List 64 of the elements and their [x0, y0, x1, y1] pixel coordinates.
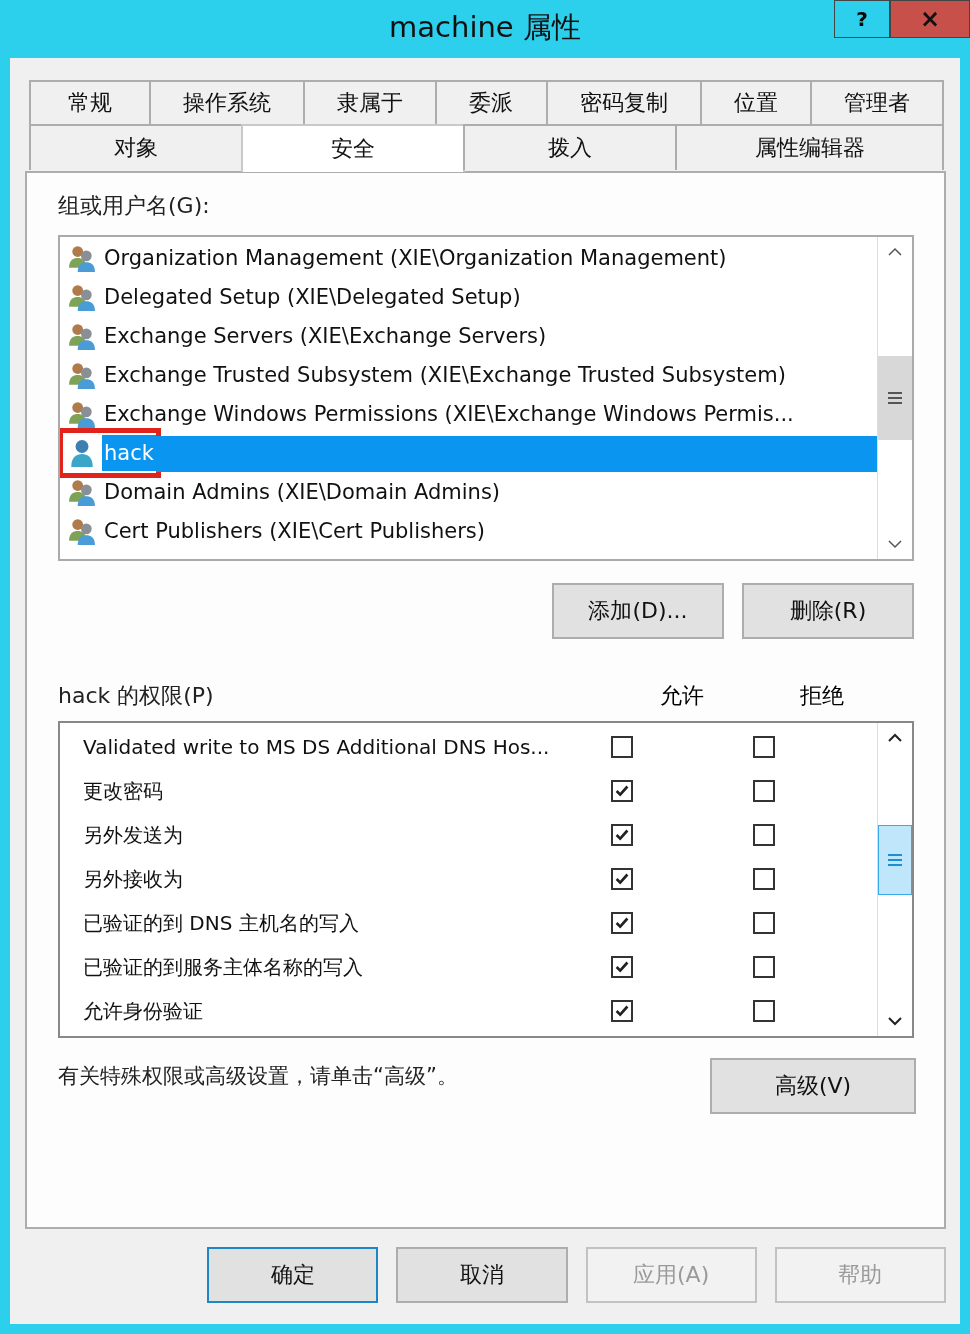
scroll-thumb[interactable]: [878, 824, 912, 895]
group-item[interactable]: Exchange Windows Permissions (XIE\Exchange Windows Permis...: [102, 396, 796, 432]
close-button[interactable]: ×: [890, 0, 970, 38]
tab[interactable]: 拨入: [463, 124, 677, 170]
tab[interactable]: 对象: [29, 124, 243, 170]
permission-name: 更改密码: [83, 777, 164, 805]
dialog-button[interactable]: 确定: [207, 1247, 379, 1303]
users-icon: [68, 361, 96, 389]
allow-checkbox[interactable]: [611, 912, 633, 934]
scroll-down-icon[interactable]: [887, 539, 903, 549]
tab[interactable]: 属性编辑器: [675, 124, 944, 170]
group-list[interactable]: [58, 235, 914, 561]
window-title: machine 属性: [389, 9, 581, 46]
permission-name: 另外发送为: [83, 821, 184, 849]
scrollbar[interactable]: [877, 723, 912, 1036]
permissions-label: hack 的权限(P): [58, 682, 215, 710]
user-icon: [68, 439, 96, 467]
action-button[interactable]: 删除(R): [742, 583, 914, 639]
groups-label: 组或用户名(G):: [58, 192, 211, 220]
permission-name: 允许身份验证: [83, 997, 204, 1025]
permission-name: 已验证的到服务主体名称的写入: [83, 953, 364, 981]
group-item[interactable]: Organization Management (XIE\Organization Management): [102, 240, 729, 276]
scrollbar[interactable]: [877, 237, 912, 559]
advanced-button[interactable]: 高级(V): [710, 1058, 916, 1114]
users-icon: [68, 478, 96, 506]
deny-checkbox[interactable]: [753, 868, 775, 890]
users-icon: [68, 517, 96, 545]
tab[interactable]: 管理者: [809, 80, 945, 124]
group-item[interactable]: Exchange Servers (XIE\Exchange Servers): [102, 318, 549, 354]
allow-checkbox[interactable]: [611, 868, 633, 890]
scroll-thumb[interactable]: [878, 356, 912, 440]
deny-checkbox[interactable]: [753, 824, 775, 846]
deny-checkbox[interactable]: [753, 956, 775, 978]
group-item[interactable]: Exchange Trusted Subsystem (XIE\Exchange Trusted Subsystem): [102, 357, 788, 393]
help-button[interactable]: ?: [834, 0, 890, 38]
permission-name: 已验证的到 DNS 主机名的写入: [83, 909, 360, 937]
action-button[interactable]: 添加(D)...: [552, 583, 724, 639]
deny-checkbox[interactable]: [753, 1000, 775, 1022]
allow-checkbox[interactable]: [611, 1000, 633, 1022]
scroll-down-icon[interactable]: [887, 1016, 903, 1026]
users-icon: [68, 244, 96, 272]
allow-checkbox[interactable]: [611, 824, 633, 846]
deny-checkbox[interactable]: [753, 736, 775, 758]
column-header: 拒绝: [800, 682, 845, 710]
permission-name: 另外接收为: [83, 865, 184, 893]
deny-checkbox[interactable]: [753, 780, 775, 802]
dialog-button[interactable]: 取消: [396, 1247, 568, 1303]
group-item[interactable]: Cert Publishers (XIE\Cert Publishers): [102, 513, 487, 549]
permission-name: Validated write to MS DS Additional DNS Hos...: [83, 735, 551, 759]
deny-checkbox[interactable]: [753, 912, 775, 934]
group-item[interactable]: Domain Admins (XIE\Domain Admins): [102, 474, 503, 510]
users-icon: [68, 322, 96, 350]
group-item[interactable]: Delegated Setup (XIE\Delegated Setup): [102, 279, 523, 315]
scroll-up-icon[interactable]: [887, 247, 903, 257]
tab[interactable]: 常规: [29, 80, 151, 124]
column-header: 允许: [660, 682, 705, 710]
allow-checkbox[interactable]: [611, 780, 633, 802]
users-icon: [68, 400, 96, 428]
users-icon: [68, 283, 96, 311]
advanced-note: 有关特殊权限或高级设置，请单击“高级”。: [58, 1063, 458, 1090]
scroll-up-icon[interactable]: [887, 733, 903, 743]
tab[interactable]: 安全: [241, 124, 465, 172]
allow-checkbox[interactable]: [611, 956, 633, 978]
allow-checkbox[interactable]: [611, 736, 633, 758]
